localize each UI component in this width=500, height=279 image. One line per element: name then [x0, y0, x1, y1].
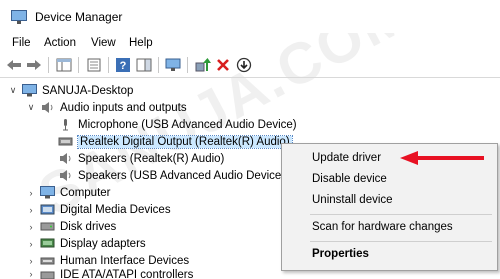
menu-separator: [310, 214, 492, 215]
category-label: Display adapters: [60, 237, 146, 250]
update-driver-icon[interactable]: [195, 57, 211, 73]
forward-arrow-icon[interactable]: [26, 57, 42, 73]
disk-drive-icon: [40, 220, 55, 233]
toolbar-separator: [48, 57, 49, 73]
tree-category-digital-media[interactable]: › Digital Media Devices: [26, 201, 171, 218]
scan-hardware-icon[interactable]: [165, 57, 181, 73]
toolbar-separator: [187, 57, 188, 73]
title-bar: Device Manager: [0, 0, 500, 33]
device-label: Speakers (USB Advanced Audio Device): [78, 169, 286, 182]
chevron-right-icon[interactable]: ›: [26, 256, 36, 266]
help-icon[interactable]: ?: [115, 57, 131, 73]
media-device-icon: [40, 203, 55, 216]
back-arrow-icon[interactable]: [6, 57, 22, 73]
speaker-icon: [58, 152, 73, 165]
category-label: Computer: [60, 186, 111, 199]
category-label: Audio inputs and outputs: [60, 101, 187, 114]
speaker-icon: [58, 169, 73, 182]
menu-item-disable-device[interactable]: Disable device: [282, 169, 497, 189]
speaker-icon: [40, 101, 55, 114]
device-label: Microphone (USB Advanced Audio Device): [78, 118, 297, 131]
tree-category-ide[interactable]: › IDE ATA/ATAPI controllers: [26, 269, 193, 279]
disable-device-icon[interactable]: [236, 57, 252, 73]
svg-text:?: ?: [120, 60, 127, 72]
tree-category-display-adapters[interactable]: › Display adapters: [26, 235, 146, 252]
category-label: IDE ATA/ATAPI controllers: [60, 269, 194, 279]
menu-separator: [310, 241, 492, 242]
window-title: Device Manager: [35, 9, 123, 24]
audio-device-icon: [58, 135, 73, 148]
toolbar-separator: [78, 57, 79, 73]
menu-item-scan-hardware[interactable]: Scan for hardware changes: [282, 217, 497, 237]
category-label: Digital Media Devices: [60, 203, 171, 216]
computer-icon: [40, 186, 55, 199]
display-adapter-icon: [40, 237, 55, 250]
tree-category-audio[interactable]: ∨ Audio inputs and outputs: [26, 99, 187, 116]
computer-name: SANUJA-Desktop: [42, 84, 134, 97]
show-hide-tree-icon[interactable]: [56, 57, 72, 73]
chevron-right-icon[interactable]: ›: [26, 188, 36, 198]
chevron-down-icon[interactable]: ∨: [26, 102, 36, 113]
hid-icon: [40, 254, 55, 267]
tree-device-realtek-digital-output[interactable]: Realtek Digital Output (Realtek(R) Audio…: [58, 133, 293, 150]
chevron-right-icon[interactable]: ›: [26, 222, 36, 232]
tree-root[interactable]: ∨ SANUJA-Desktop: [8, 82, 133, 99]
menu-action[interactable]: Action: [44, 37, 76, 49]
tree-device-speakers-realtek[interactable]: Speakers (Realtek(R) Audio): [58, 150, 224, 167]
tree-device-microphone[interactable]: Microphone (USB Advanced Audio Device): [58, 116, 297, 133]
computer-icon: [22, 84, 37, 97]
menu-file[interactable]: File: [12, 37, 31, 49]
red-arrow-annotation: [400, 151, 484, 165]
category-label: Human Interface Devices: [60, 254, 190, 267]
action-pane-icon[interactable]: [136, 57, 152, 73]
chevron-down-icon[interactable]: ∨: [8, 85, 18, 96]
device-manager-icon: [11, 9, 29, 24]
category-label: Disk drives: [60, 220, 117, 233]
chevron-right-icon[interactable]: ›: [26, 205, 36, 215]
chevron-right-icon[interactable]: ›: [26, 239, 36, 249]
device-label: Realtek Digital Output (Realtek(R) Audio…: [77, 134, 293, 149]
chevron-right-icon[interactable]: ›: [26, 269, 36, 279]
toolbar: ?: [0, 53, 500, 78]
menu-view[interactable]: View: [91, 37, 116, 49]
ide-controller-icon: [40, 269, 55, 279]
tree-category-hid[interactable]: › Human Interface Devices: [26, 252, 190, 269]
menu-item-uninstall-device[interactable]: Uninstall device: [282, 190, 497, 210]
device-label: Speakers (Realtek(R) Audio): [78, 152, 225, 165]
tree-device-speakers-usb[interactable]: Speakers (USB Advanced Audio Device): [58, 167, 285, 184]
microphone-icon: [58, 118, 73, 131]
properties-icon[interactable]: [86, 57, 102, 73]
menu-bar: File Action View Help: [0, 33, 500, 53]
menu-item-properties[interactable]: Properties: [282, 244, 497, 264]
uninstall-icon[interactable]: [215, 57, 231, 73]
tree-category-disk-drives[interactable]: › Disk drives: [26, 218, 117, 235]
toolbar-separator: [158, 57, 159, 73]
menu-help[interactable]: Help: [129, 37, 153, 49]
tree-category-computer[interactable]: › Computer: [26, 184, 111, 201]
toolbar-separator: [108, 57, 109, 73]
